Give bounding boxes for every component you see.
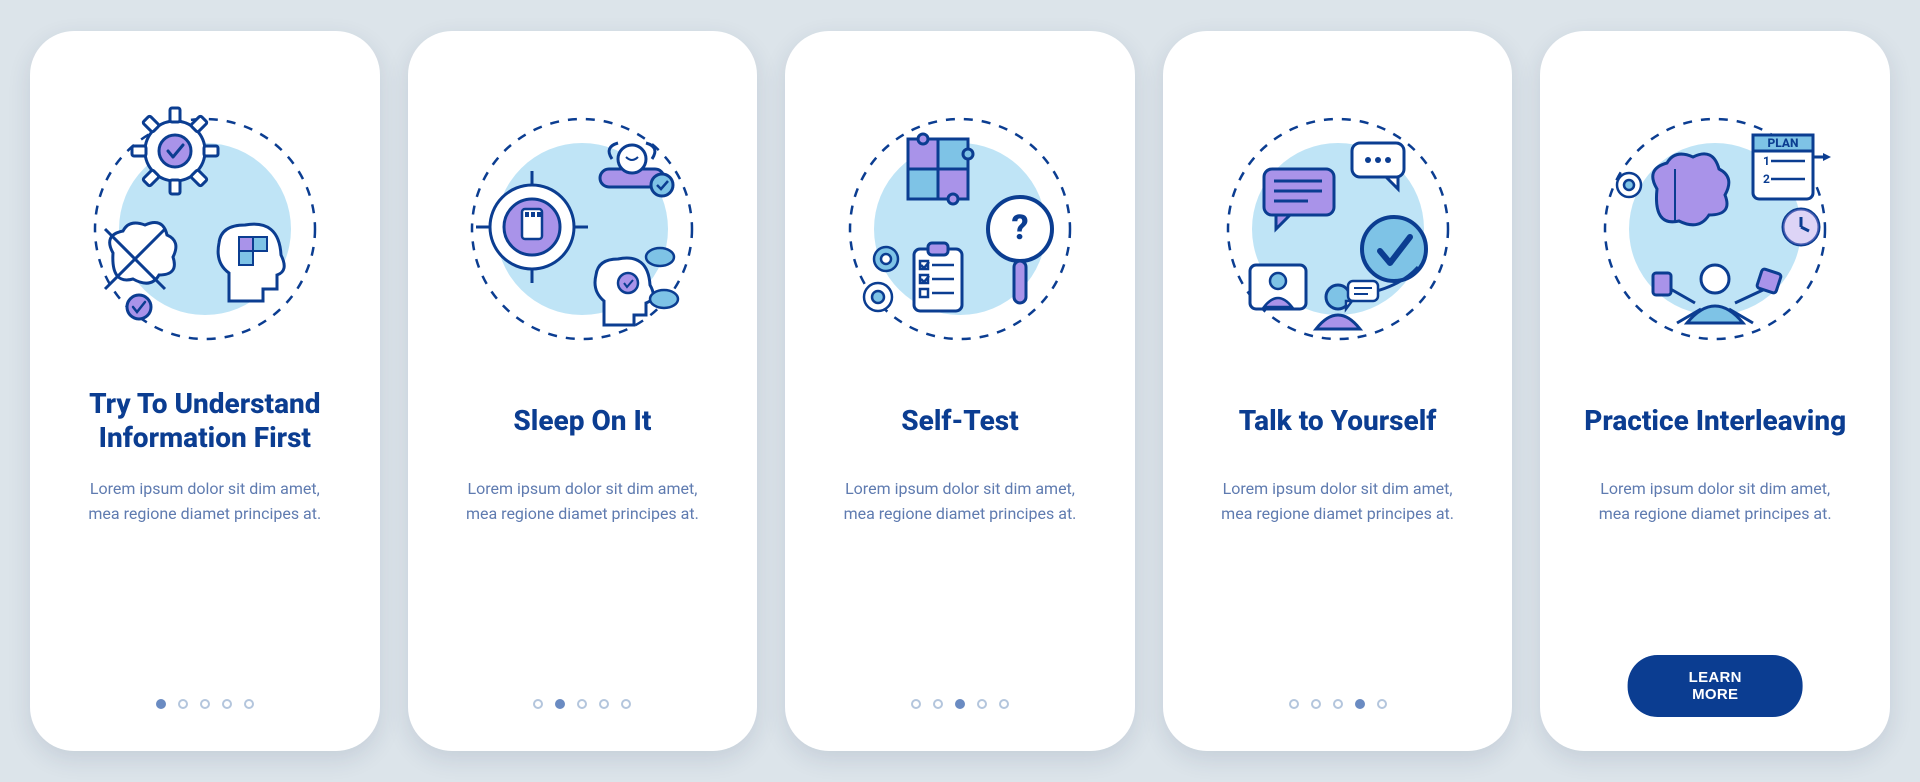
card-desc: Lorem ipsum dolor sit dim amet, mea regi… — [835, 477, 1085, 527]
card-desc: Lorem ipsum dolor sit dim amet, mea regi… — [1590, 477, 1840, 527]
self-test-icon: ? — [830, 99, 1090, 359]
onboarding-card-4: Talk to Yourself Lorem ipsum dolor sit d… — [1163, 31, 1513, 751]
svg-text:PLAN: PLAN — [1768, 136, 1799, 150]
dot-2[interactable] — [178, 699, 188, 709]
progress-dots — [785, 699, 1135, 709]
card-desc: Lorem ipsum dolor sit dim amet, mea regi… — [457, 477, 707, 527]
talk-icon — [1208, 99, 1468, 359]
onboarding-card-2: Sleep On It Lorem ipsum dolor sit dim am… — [408, 31, 758, 751]
interleave-icon: PLAN 1 2 — [1585, 99, 1845, 359]
dot-3[interactable] — [1333, 699, 1343, 709]
card-title: Try To Understand Information First — [65, 387, 345, 455]
dot-3[interactable] — [200, 699, 210, 709]
card-title: Self-Test — [901, 387, 1018, 455]
progress-dots — [30, 699, 380, 709]
dot-2[interactable] — [933, 699, 943, 709]
progress-dots — [1163, 699, 1513, 709]
dot-4[interactable] — [599, 699, 609, 709]
onboarding-card-1: Try To Understand Information First Lore… — [30, 31, 380, 751]
card-title: Practice Interleaving — [1584, 387, 1846, 455]
dot-4[interactable] — [1355, 699, 1365, 709]
dot-1[interactable] — [1289, 699, 1299, 709]
sleep-icon — [452, 99, 712, 359]
dot-3[interactable] — [577, 699, 587, 709]
dot-5[interactable] — [1377, 699, 1387, 709]
dot-2[interactable] — [555, 699, 565, 709]
understand-icon — [75, 99, 335, 359]
svg-text:1: 1 — [1763, 154, 1770, 168]
svg-text:?: ? — [1011, 208, 1028, 248]
onboarding-card-3: ? — [785, 31, 1135, 751]
dot-2[interactable] — [1311, 699, 1321, 709]
dot-5[interactable] — [999, 699, 1009, 709]
onboarding-card-5: PLAN 1 2 — [1540, 31, 1890, 751]
card-title: Talk to Yourself — [1239, 387, 1437, 455]
card-title: Sleep On It — [513, 387, 651, 455]
card-desc: Lorem ipsum dolor sit dim amet, mea regi… — [1213, 477, 1463, 527]
learn-more-button[interactable]: LEARN MORE — [1628, 655, 1803, 717]
dot-1[interactable] — [156, 699, 166, 709]
dot-4[interactable] — [222, 699, 232, 709]
progress-dots — [408, 699, 758, 709]
svg-text:2: 2 — [1763, 172, 1770, 186]
dot-1[interactable] — [533, 699, 543, 709]
dot-5[interactable] — [621, 699, 631, 709]
dot-4[interactable] — [977, 699, 987, 709]
dot-5[interactable] — [244, 699, 254, 709]
card-desc: Lorem ipsum dolor sit dim amet, mea regi… — [80, 477, 330, 527]
dot-1[interactable] — [911, 699, 921, 709]
dot-3[interactable] — [955, 699, 965, 709]
